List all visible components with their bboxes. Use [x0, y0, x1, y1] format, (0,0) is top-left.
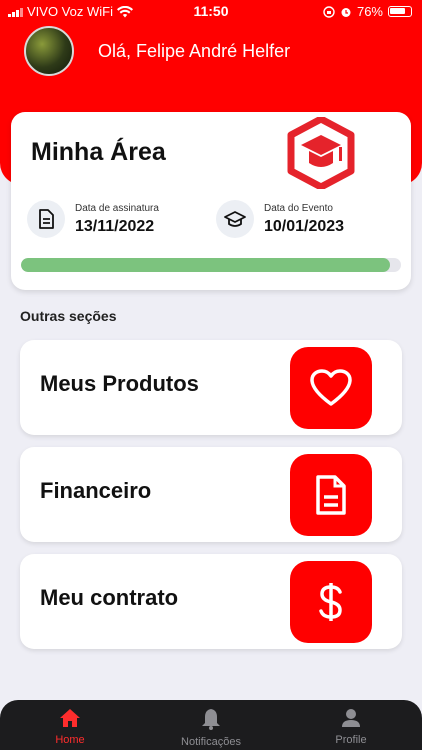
financeiro-card[interactable]: Financeiro	[20, 447, 402, 542]
status-bar: VIVO Voz WiFi 11:50 76%	[0, 0, 422, 24]
document-icon	[290, 454, 372, 536]
document-icon	[27, 200, 65, 238]
battery-percent: 76%	[356, 4, 383, 19]
minha-area-title: Minha Área	[31, 138, 166, 166]
avatar[interactable]	[24, 26, 74, 76]
event-date-block: Data do Evento 10/01/2023	[216, 200, 344, 238]
alarm-icon	[341, 7, 351, 17]
meus-produtos-label: Meus Produtos	[40, 371, 199, 396]
financeiro-label: Financeiro	[40, 478, 152, 503]
other-sections-title: Outras seções	[20, 308, 117, 324]
progress-fill	[21, 258, 390, 272]
status-right: 76%	[323, 4, 412, 19]
greeting-text: Olá, Felipe André Helfer	[98, 40, 291, 61]
battery-icon	[388, 6, 412, 17]
meu-contrato-card[interactable]: Meu contrato	[20, 554, 402, 649]
tab-bar: Home Notificações Profile	[0, 700, 422, 750]
meus-produtos-card[interactable]: Meus Produtos	[20, 340, 402, 435]
graduation-box-icon	[287, 117, 355, 189]
tab-profile[interactable]: Profile	[301, 708, 401, 746]
home-icon	[60, 709, 80, 727]
tab-home[interactable]: Home	[20, 708, 120, 746]
dollar-icon	[290, 561, 372, 643]
subscription-date-block: Data de assinatura 13/11/2022	[27, 200, 159, 238]
event-label: Data do Evento	[264, 202, 333, 214]
tab-notificacoes-label: Notificações	[181, 736, 241, 748]
bell-icon	[202, 709, 220, 730]
meu-contrato-label: Meu contrato	[40, 585, 179, 610]
tab-profile-label: Profile	[335, 734, 367, 746]
person-icon	[342, 709, 360, 727]
graduation-cap-icon	[216, 200, 254, 238]
minha-area-card[interactable]: Minha Área Data de assinatura 13/11/2022…	[11, 112, 411, 290]
greeting-row: Olá, Felipe André Helfer	[24, 26, 290, 76]
subscription-date: 13/11/2022	[75, 217, 155, 235]
orientation-lock-icon	[323, 5, 335, 18]
tab-home-label: Home	[55, 734, 85, 746]
event-date: 10/01/2023	[264, 217, 345, 235]
progress-bar	[21, 258, 401, 272]
subscription-label: Data de assinatura	[75, 202, 159, 214]
tab-notificacoes[interactable]: Notificações	[161, 708, 261, 748]
heart-icon	[290, 347, 372, 429]
